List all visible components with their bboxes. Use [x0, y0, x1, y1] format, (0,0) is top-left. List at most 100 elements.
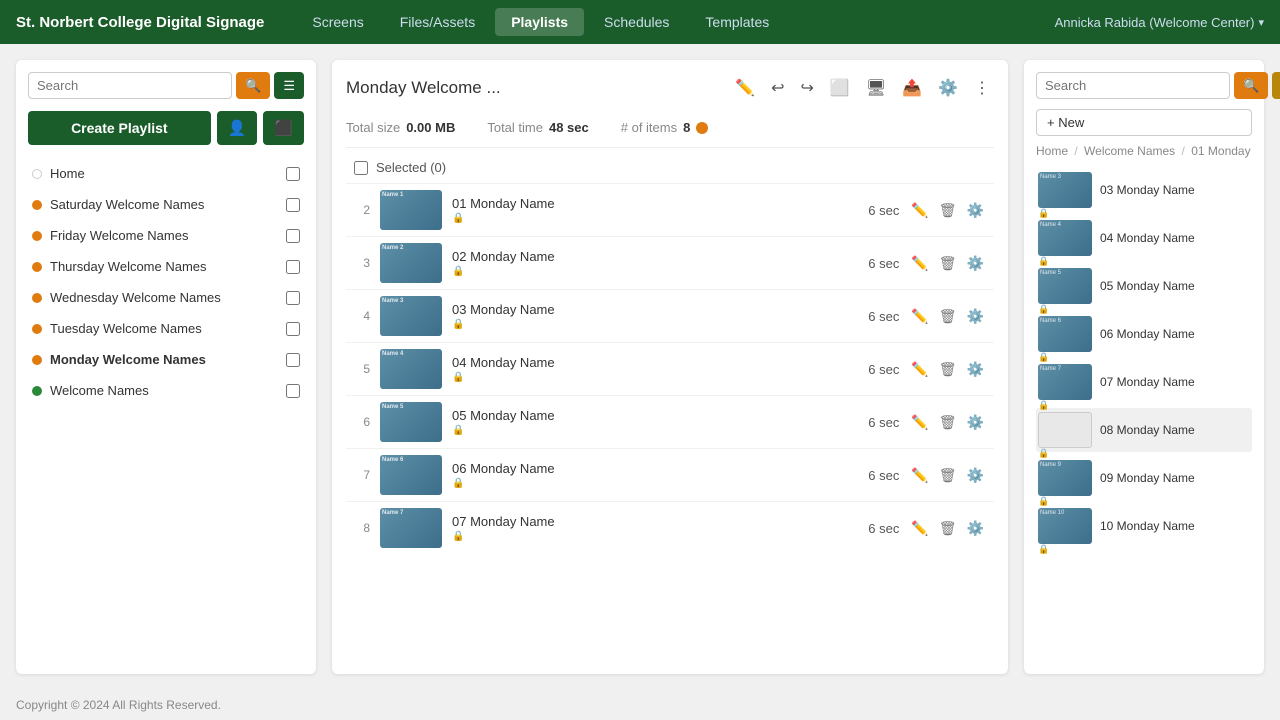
- preview-button[interactable]: ⬜: [826, 74, 854, 102]
- left-search-input[interactable]: [28, 72, 232, 99]
- playlist-checkbox-tuesday[interactable]: [286, 322, 300, 336]
- item-settings-1[interactable]: ⚙️: [965, 200, 986, 221]
- right-search-button[interactable]: 🔍: [1234, 72, 1268, 99]
- right-thumb-07: Name 7 🔒: [1038, 364, 1092, 400]
- create-playlist-button[interactable]: Create Playlist: [28, 111, 211, 145]
- item-settings-2[interactable]: ⚙️: [965, 253, 986, 274]
- right-item-07[interactable]: Name 7 🔒 07 Monday Name: [1036, 360, 1252, 404]
- right-item-03[interactable]: Name 3 🔒 03 Monday Name: [1036, 168, 1252, 212]
- playlist-item-welcome[interactable]: Welcome Names: [28, 376, 304, 405]
- breadcrumb-01-monday[interactable]: 01 Monday: [1191, 144, 1250, 158]
- playlist-checkbox-welcome[interactable]: [286, 384, 300, 398]
- playlist-checkbox-saturday[interactable]: [286, 198, 300, 212]
- item-settings-4[interactable]: ⚙️: [965, 359, 986, 380]
- nav-templates[interactable]: Templates: [689, 8, 785, 36]
- right-item-info-05: 05 Monday Name: [1100, 279, 1250, 293]
- right-item-lock-10: 🔒: [1038, 544, 1092, 555]
- undo-button[interactable]: ↩: [767, 74, 788, 102]
- right-item-04[interactable]: Name 4 🔒 04 Monday Name: [1036, 216, 1252, 260]
- nav-screens[interactable]: Screens: [296, 8, 379, 36]
- right-thumb-10: Name 10 🔒: [1038, 508, 1092, 544]
- nav-schedules[interactable]: Schedules: [588, 8, 685, 36]
- stat-items-label: # of items: [621, 120, 677, 135]
- select-all-checkbox[interactable]: [354, 161, 368, 175]
- item-settings-6[interactable]: ⚙️: [965, 465, 986, 486]
- right-filter-button[interactable]: ⚗: [1272, 72, 1280, 99]
- selected-label: Selected (0): [376, 160, 446, 175]
- more-button[interactable]: ⋮: [970, 74, 994, 102]
- stat-items-count: # of items 8: [621, 120, 709, 135]
- item-settings-7[interactable]: ⚙️: [965, 518, 986, 539]
- settings-button[interactable]: ⚙️: [934, 74, 962, 102]
- edit-title-button[interactable]: ✏️: [731, 74, 759, 102]
- item-num-7: 8: [354, 521, 370, 535]
- right-item-08[interactable]: 🔒 08 Monday Name: [1036, 408, 1252, 452]
- right-item-06[interactable]: Name 6 🔒 06 Monday Name: [1036, 312, 1252, 356]
- item-delete-3[interactable]: 🗑: [937, 306, 959, 327]
- item-thumb-4: Name 4: [380, 349, 442, 389]
- playlist-item-saturday[interactable]: Saturday Welcome Names: [28, 190, 304, 219]
- playlist-item-monday[interactable]: Monday Welcome Names: [28, 345, 304, 374]
- item-edit-4[interactable]: ✏️: [909, 359, 930, 380]
- item-settings-3[interactable]: ⚙️: [965, 306, 986, 327]
- user-menu[interactable]: Annicka Rabida (Welcome Center): [1055, 15, 1264, 30]
- item-edit-7[interactable]: ✏️: [909, 518, 930, 539]
- dot-orange-saturday: [32, 200, 42, 210]
- playlist-icon-button-2[interactable]: ⬛: [263, 111, 304, 145]
- playlist-checkbox-wednesday[interactable]: [286, 291, 300, 305]
- right-thumb-label-06: Name 6: [1040, 318, 1061, 324]
- left-filter-button[interactable]: ☰: [274, 72, 304, 99]
- breadcrumb-home[interactable]: Home: [1036, 144, 1068, 158]
- item-name-6: 06 Monday Name 🔒: [452, 461, 841, 489]
- nav-playlists[interactable]: Playlists: [495, 8, 584, 36]
- playlist-item-thursday[interactable]: Thursday Welcome Names: [28, 252, 304, 281]
- item-edit-1[interactable]: ✏️: [909, 200, 930, 221]
- item-delete-5[interactable]: 🗑: [937, 412, 959, 433]
- item-edit-5[interactable]: ✏️: [909, 412, 930, 433]
- playlist-checkbox-friday[interactable]: [286, 229, 300, 243]
- redo-button[interactable]: ↪: [797, 74, 818, 102]
- stat-time-label: Total time: [487, 120, 543, 135]
- playlist-checkbox-monday[interactable]: [286, 353, 300, 367]
- item-name-3: 03 Monday Name 🔒: [452, 302, 841, 330]
- item-edit-6[interactable]: ✏️: [909, 465, 930, 486]
- right-thumb-09: Name 9 🔒: [1038, 460, 1092, 496]
- share-button[interactable]: 📤: [898, 74, 926, 102]
- right-item-09[interactable]: Name 9 🔒 09 Monday Name: [1036, 456, 1252, 500]
- playlist-item-home[interactable]: Home: [28, 159, 304, 188]
- item-delete-7[interactable]: 🗑: [937, 518, 959, 539]
- left-search-button[interactable]: 🔍: [236, 72, 270, 99]
- stat-items-value: 8: [683, 120, 690, 135]
- item-edit-3[interactable]: ✏️: [909, 306, 930, 327]
- item-delete-6[interactable]: 🗑: [937, 465, 959, 486]
- right-new-button[interactable]: + New: [1036, 109, 1252, 136]
- right-thumb-img-08: [1038, 412, 1092, 448]
- item-edit-2[interactable]: ✏️: [909, 253, 930, 274]
- item-sec-3: 6 sec: [851, 309, 899, 324]
- right-search-input[interactable]: [1036, 72, 1230, 99]
- right-item-info-06: 06 Monday Name: [1100, 327, 1250, 341]
- playlist-item-tuesday[interactable]: Tuesday Welcome Names: [28, 314, 304, 343]
- playlist-checkbox-thursday[interactable]: [286, 260, 300, 274]
- playlist-item-wednesday[interactable]: Wednesday Welcome Names: [28, 283, 304, 312]
- right-item-10[interactable]: Name 10 🔒 10 Monday Name: [1036, 504, 1252, 548]
- item-lock-icon-7: 🔒: [452, 531, 841, 542]
- item-delete-4[interactable]: 🗑: [937, 359, 959, 380]
- item-lock-icon-2: 🔒: [452, 266, 841, 277]
- item-name-text-3: 03 Monday Name: [452, 302, 841, 317]
- item-delete-2[interactable]: 🗑: [937, 253, 959, 274]
- item-name-text-7: 07 Monday Name: [452, 514, 841, 529]
- item-sec-4: 6 sec: [851, 362, 899, 377]
- item-sec-2: 6 sec: [851, 256, 899, 271]
- thumb-text-4: Name 4: [382, 351, 440, 358]
- playlist-icon-button-1[interactable]: 👤: [217, 111, 258, 145]
- item-delete-1[interactable]: 🗑: [937, 200, 959, 221]
- display-button[interactable]: 🖥: [862, 74, 890, 102]
- center-stats: Total size 0.00 MB Total time 48 sec # o…: [346, 112, 994, 148]
- right-item-05[interactable]: Name 5 🔒 05 Monday Name: [1036, 264, 1252, 308]
- item-settings-5[interactable]: ⚙️: [965, 412, 986, 433]
- breadcrumb-welcome-names[interactable]: Welcome Names: [1084, 144, 1175, 158]
- playlist-checkbox-home[interactable]: [286, 167, 300, 181]
- nav-files[interactable]: Files/Assets: [384, 8, 491, 36]
- playlist-item-friday[interactable]: Friday Welcome Names: [28, 221, 304, 250]
